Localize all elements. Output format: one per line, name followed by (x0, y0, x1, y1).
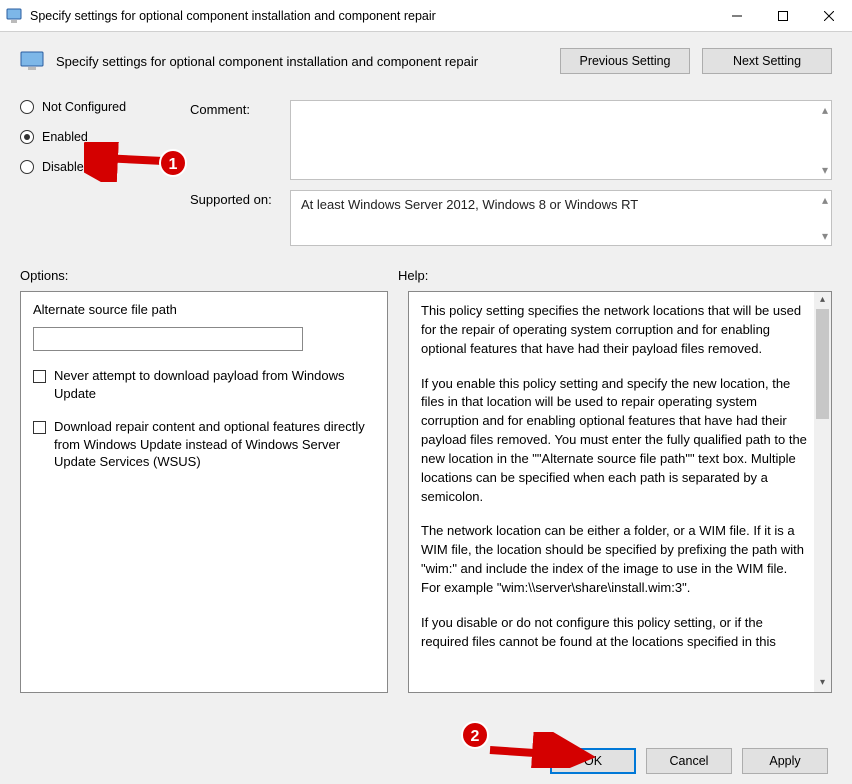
comment-label: Comment: (190, 102, 250, 117)
radio-label: Disabled (42, 160, 91, 174)
scroll-up-icon[interactable]: ▴ (814, 292, 831, 309)
help-paragraph: This policy setting specifies the networ… (421, 302, 809, 359)
maximize-button[interactable] (760, 0, 806, 32)
checkbox-wsus-direct[interactable]: Download repair content and optional fea… (33, 418, 375, 471)
supported-on-label: Supported on: (190, 192, 272, 207)
checkbox-label: Never attempt to download payload from W… (54, 367, 375, 402)
help-paragraph: If you enable this policy setting and sp… (421, 375, 809, 507)
page-icon (20, 51, 44, 71)
radio-disabled[interactable]: Disabled (20, 160, 190, 174)
header-description: Specify settings for optional component … (56, 54, 548, 69)
help-section-label: Help: (398, 268, 428, 283)
next-setting-button[interactable]: Next Setting (702, 48, 832, 74)
ok-button[interactable]: OK (550, 748, 636, 774)
dialog-footer: OK Cancel Apply (550, 748, 828, 774)
supported-on-value: At least Windows Server 2012, Windows 8 … (301, 197, 638, 212)
svg-text:2: 2 (471, 728, 480, 745)
window-title: Specify settings for optional component … (30, 9, 436, 23)
radio-label: Not Configured (42, 100, 126, 114)
help-paragraph: If you disable or do not configure this … (421, 614, 809, 652)
cancel-button[interactable]: Cancel (646, 748, 732, 774)
checkbox-label: Download repair content and optional fea… (54, 418, 375, 471)
app-icon (6, 8, 22, 24)
options-section-label: Options: (20, 268, 398, 283)
comment-textarea[interactable]: ▴ ▾ (290, 100, 832, 180)
radio-enabled[interactable]: Enabled (20, 130, 190, 144)
scroll-down-icon[interactable]: ▾ (814, 675, 831, 692)
header-row: Specify settings for optional component … (20, 48, 832, 74)
help-scrollbar[interactable]: ▴ ▾ (814, 292, 831, 692)
checkbox-icon (33, 370, 46, 383)
scrollbar-thumb[interactable] (816, 309, 829, 419)
scrollbar-track[interactable] (814, 309, 831, 675)
radio-label: Enabled (42, 130, 88, 144)
radio-not-configured[interactable]: Not Configured (20, 100, 190, 114)
apply-button[interactable]: Apply (742, 748, 828, 774)
scroll-up-icon[interactable]: ▴ (822, 194, 828, 206)
titlebar: Specify settings for optional component … (0, 0, 852, 32)
help-paragraph: The network location can be either a fol… (421, 522, 809, 597)
annotation-badge-2: 2 (460, 720, 490, 750)
alternate-source-path-label: Alternate source file path (33, 302, 375, 317)
minimize-button[interactable] (714, 0, 760, 32)
radio-icon (20, 160, 34, 174)
options-pane: Alternate source file path Never attempt… (20, 291, 388, 693)
close-button[interactable] (806, 0, 852, 32)
radio-icon (20, 130, 34, 144)
supported-on-box: At least Windows Server 2012, Windows 8 … (290, 190, 832, 246)
scroll-up-icon[interactable]: ▴ (822, 104, 828, 116)
scroll-down-icon[interactable]: ▾ (822, 230, 828, 242)
help-pane: This policy setting specifies the networ… (408, 291, 832, 693)
previous-setting-button[interactable]: Previous Setting (560, 48, 690, 74)
radio-icon (20, 100, 34, 114)
scroll-down-icon[interactable]: ▾ (822, 164, 828, 176)
checkbox-icon (33, 421, 46, 434)
alternate-source-path-input[interactable] (33, 327, 303, 351)
checkbox-never-download[interactable]: Never attempt to download payload from W… (33, 367, 375, 402)
